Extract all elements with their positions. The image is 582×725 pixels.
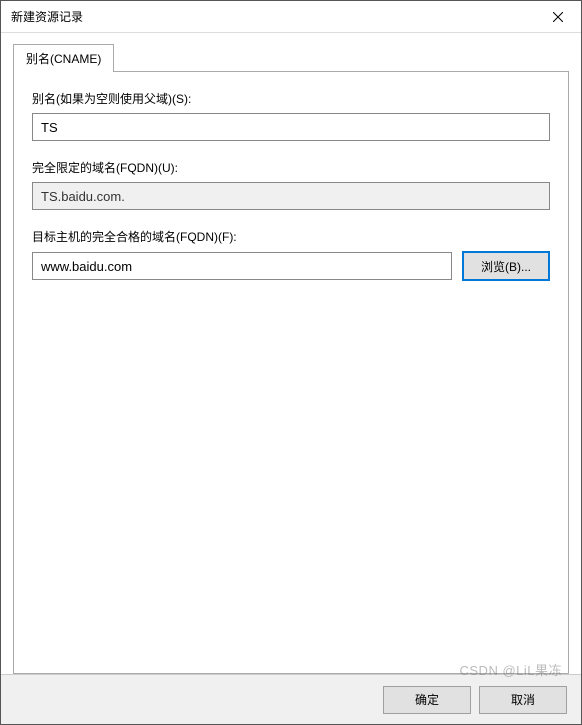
titlebar: 新建资源记录: [1, 1, 581, 33]
close-button[interactable]: [535, 1, 581, 33]
tab-cname[interactable]: 别名(CNAME): [13, 44, 114, 72]
dialog-window: 新建资源记录 别名(CNAME) 别名(如果为空则使用父域)(S): 完全限定的…: [0, 0, 582, 725]
content-area: 别名(CNAME) 别名(如果为空则使用父域)(S): 完全限定的域名(FQDN…: [1, 33, 581, 674]
tab-header: 别名(CNAME): [13, 43, 569, 71]
browse-button[interactable]: 浏览(B)...: [462, 251, 550, 281]
target-input[interactable]: [32, 252, 452, 280]
close-icon: [553, 12, 563, 22]
button-bar: 确定 取消: [1, 674, 581, 724]
ok-button[interactable]: 确定: [383, 686, 471, 714]
cancel-button[interactable]: 取消: [479, 686, 567, 714]
window-title: 新建资源记录: [11, 8, 83, 25]
fqdn-input: [32, 182, 550, 210]
tab-container: 别名(CNAME) 别名(如果为空则使用父域)(S): 完全限定的域名(FQDN…: [13, 43, 569, 674]
target-input-row: 浏览(B)...: [32, 251, 550, 281]
alias-field-group: 别名(如果为空则使用父域)(S):: [32, 90, 550, 141]
target-label: 目标主机的完全合格的域名(FQDN)(F):: [32, 228, 550, 245]
fqdn-label: 完全限定的域名(FQDN)(U):: [32, 159, 550, 176]
alias-input[interactable]: [32, 113, 550, 141]
target-field-group: 目标主机的完全合格的域名(FQDN)(F): 浏览(B)...: [32, 228, 550, 281]
fqdn-field-group: 完全限定的域名(FQDN)(U):: [32, 159, 550, 210]
tab-body: 别名(如果为空则使用父域)(S): 完全限定的域名(FQDN)(U): 目标主机…: [13, 71, 569, 674]
alias-label: 别名(如果为空则使用父域)(S):: [32, 90, 550, 107]
